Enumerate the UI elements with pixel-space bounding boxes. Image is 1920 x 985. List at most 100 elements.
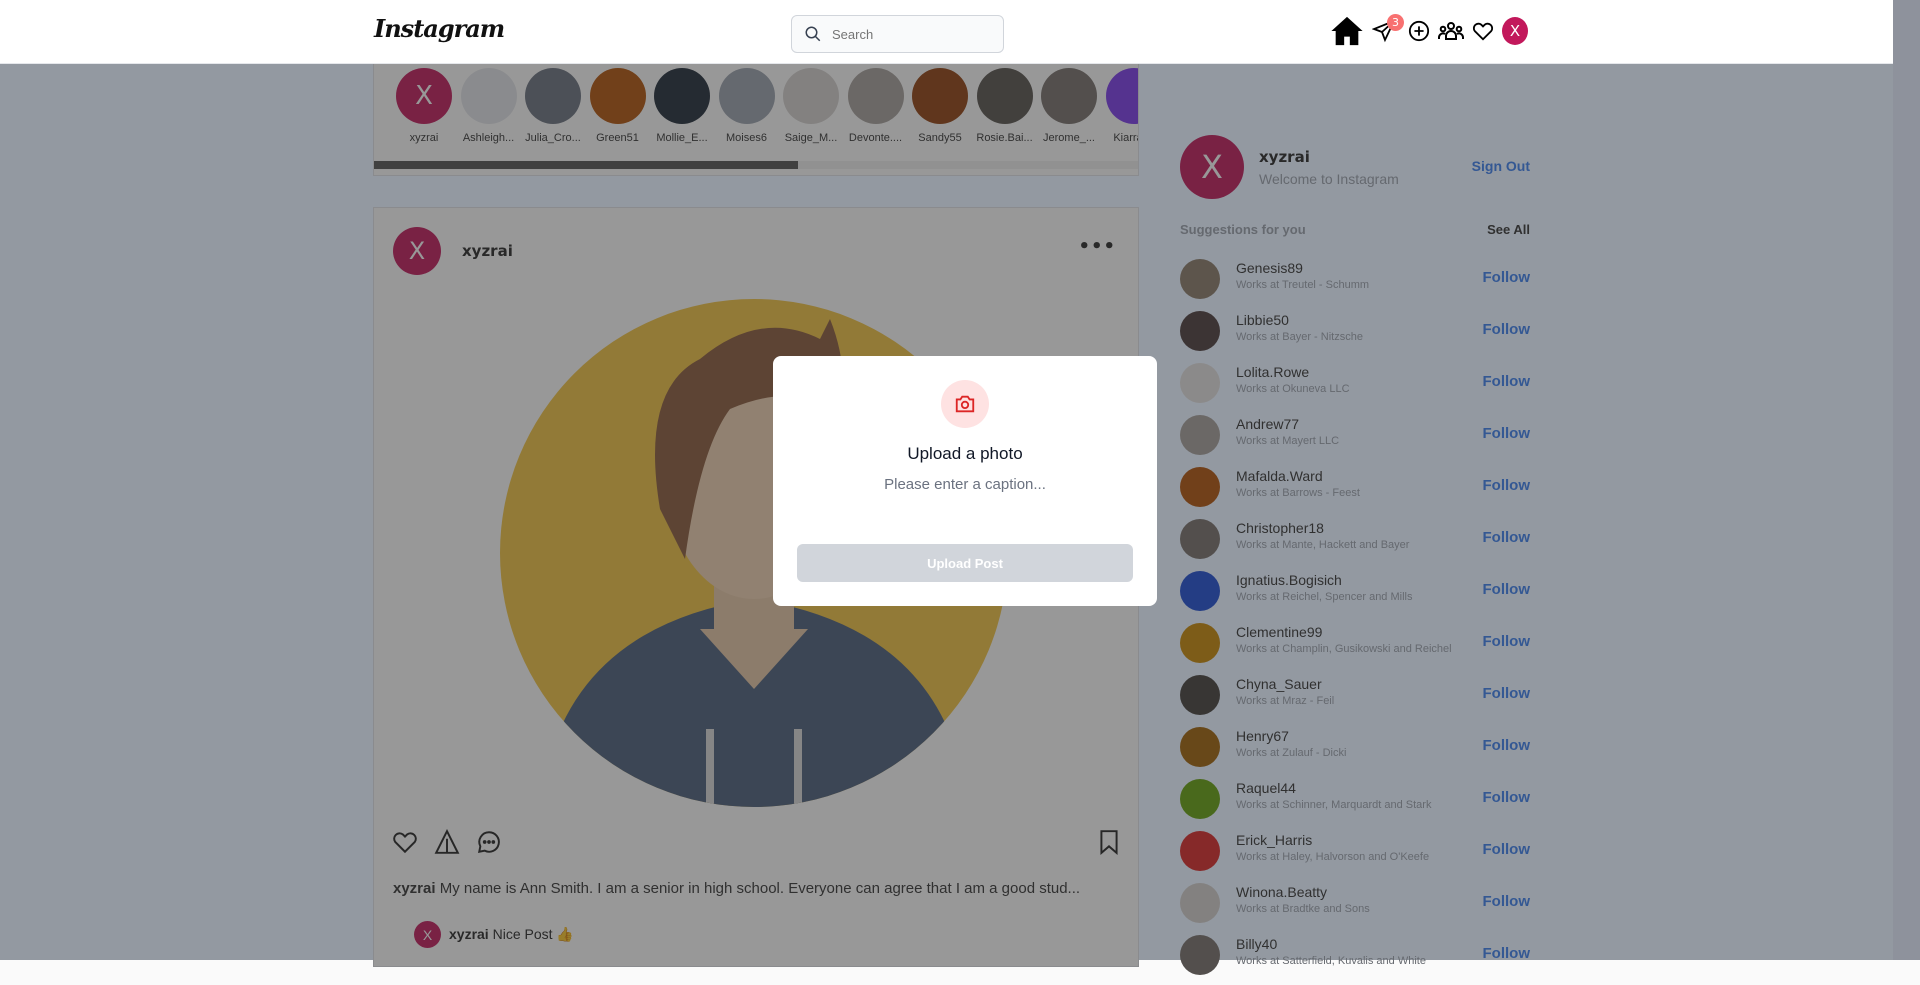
story-item[interactable]: Mollie_E...: [652, 68, 712, 144]
suggestion-username[interactable]: Mafalda.Ward: [1236, 468, 1323, 484]
story-avatar[interactable]: [718, 68, 775, 124]
story-item[interactable]: Devonte....: [846, 68, 906, 144]
suggestion-username[interactable]: Genesis89: [1236, 260, 1303, 276]
suggestion-username[interactable]: Raquel44: [1236, 780, 1296, 796]
follow-button[interactable]: Follow: [1483, 945, 1531, 962]
messages-icon[interactable]: 3: [1372, 14, 1404, 43]
story-avatar[interactable]: [783, 68, 839, 124]
suggestion-avatar[interactable]: [1180, 831, 1220, 871]
heart-icon[interactable]: [1472, 20, 1494, 42]
story-item[interactable]: Rosie.Bai...: [975, 68, 1035, 144]
suggestion-avatar[interactable]: [1180, 311, 1220, 351]
story-item[interactable]: Ashleigh...: [459, 68, 519, 144]
story-avatar[interactable]: [912, 68, 968, 124]
suggestion-username[interactable]: Clementine99: [1236, 624, 1322, 640]
follow-button[interactable]: Follow: [1483, 633, 1531, 650]
bookmark-icon[interactable]: [1096, 829, 1122, 855]
suggestion-avatar[interactable]: [1180, 519, 1220, 559]
suggestion-username[interactable]: Erick_Harris: [1236, 832, 1312, 848]
story-item[interactable]: Xxyzrai: [394, 68, 454, 144]
suggestion-username[interactable]: Libbie50: [1236, 312, 1289, 328]
suggestion-username[interactable]: Andrew77: [1236, 416, 1299, 432]
post-avatar[interactable]: X: [393, 227, 441, 275]
story-username: Julia_Cro...: [525, 132, 581, 144]
comment-username[interactable]: xyzrai: [449, 926, 489, 942]
share-icon[interactable]: [434, 829, 460, 855]
story-avatar[interactable]: [976, 68, 1033, 124]
suggestion-avatar[interactable]: [1180, 779, 1220, 819]
story-item[interactable]: Jerome_...: [1039, 68, 1099, 144]
post-username[interactable]: xyzrai: [462, 242, 513, 260]
see-all-link[interactable]: See All: [1487, 222, 1530, 237]
suggestion-username[interactable]: Henry67: [1236, 728, 1289, 744]
suggestion-subtitle: Works at Schinner, Marquardt and Stark: [1236, 799, 1432, 811]
story-username: Jerome_...: [1043, 132, 1095, 144]
follow-button[interactable]: Follow: [1483, 685, 1531, 702]
profile-avatar[interactable]: X: [1180, 135, 1244, 199]
like-icon[interactable]: [392, 829, 418, 855]
profile-username[interactable]: xyzrai: [1259, 148, 1310, 166]
story-avatar[interactable]: [525, 68, 581, 124]
add-post-icon[interactable]: [1408, 20, 1430, 42]
sign-out-button[interactable]: Sign Out: [1472, 158, 1530, 174]
suggestion-username[interactable]: Lolita.Rowe: [1236, 364, 1309, 380]
suggestion-username[interactable]: Chyna_Sauer: [1236, 676, 1322, 692]
follow-button[interactable]: Follow: [1483, 581, 1531, 598]
suggestion-avatar[interactable]: [1180, 727, 1220, 767]
upload-post-button[interactable]: Upload Post: [797, 544, 1133, 582]
suggestion-avatar[interactable]: [1180, 883, 1220, 923]
more-options-button[interactable]: •••: [1078, 236, 1116, 257]
follow-button[interactable]: Follow: [1483, 425, 1531, 442]
suggestion-avatar[interactable]: [1180, 675, 1220, 715]
follow-button[interactable]: Follow: [1483, 269, 1531, 286]
story-avatar[interactable]: X: [396, 68, 452, 124]
story-item[interactable]: Kiarra.C: [1104, 68, 1138, 144]
stories-scroll-thumb[interactable]: [374, 161, 798, 169]
story-item[interactable]: Sandy55: [910, 68, 970, 144]
suggestion-avatar[interactable]: [1180, 363, 1220, 403]
follow-button[interactable]: Follow: [1483, 841, 1531, 858]
story-avatar[interactable]: [847, 68, 904, 124]
suggestion-username[interactable]: Billy40: [1236, 936, 1277, 952]
people-icon[interactable]: [1438, 19, 1464, 43]
story-item[interactable]: Green51: [588, 68, 648, 144]
story-avatar[interactable]: [460, 68, 517, 124]
follow-button[interactable]: Follow: [1483, 373, 1531, 390]
stories-bar: Xxyzrai Ashleigh... Julia_Cro... Green51 Mol…: [373, 64, 1139, 176]
home-icon[interactable]: [1330, 14, 1364, 48]
follow-button[interactable]: Follow: [1483, 893, 1531, 910]
search-input[interactable]: [832, 26, 982, 42]
suggestion-item: Andrew77 Works at Mayert LLC Follow: [1180, 413, 1530, 465]
suggestion-avatar[interactable]: [1180, 935, 1220, 975]
follow-button[interactable]: Follow: [1483, 737, 1531, 754]
suggestion-username[interactable]: Christopher18: [1236, 520, 1324, 536]
story-avatar[interactable]: [589, 68, 646, 124]
suggestion-subtitle: Works at Mraz - Feil: [1236, 695, 1335, 707]
story-avatar[interactable]: [1105, 68, 1138, 124]
suggestion-username[interactable]: Ignatius.Bogisich: [1236, 572, 1342, 588]
story-item[interactable]: Julia_Cro...: [523, 68, 583, 144]
suggestion-avatar[interactable]: [1180, 571, 1220, 611]
comment-icon[interactable]: [476, 829, 502, 855]
stories-scrollbar[interactable]: [374, 161, 1138, 169]
caption-input[interactable]: [815, 476, 1115, 493]
story-item[interactable]: Moises6: [717, 68, 777, 144]
follow-button[interactable]: Follow: [1483, 789, 1531, 806]
story-avatar[interactable]: [654, 68, 710, 124]
suggestion-avatar[interactable]: [1180, 259, 1220, 299]
suggestion-avatar[interactable]: [1180, 467, 1220, 507]
search-box[interactable]: [791, 15, 1004, 53]
follow-button[interactable]: Follow: [1483, 529, 1531, 546]
suggestion-avatar[interactable]: [1180, 415, 1220, 455]
follow-button[interactable]: Follow: [1483, 477, 1531, 494]
user-avatar[interactable]: X: [1502, 17, 1528, 45]
follow-button[interactable]: Follow: [1483, 321, 1531, 338]
story-avatar[interactable]: [1041, 68, 1097, 124]
story-item[interactable]: Saige_M...: [781, 68, 841, 144]
instagram-logo[interactable]: Instagram: [374, 14, 505, 43]
caption-username[interactable]: xyzrai: [393, 880, 436, 897]
page-scrollbar[interactable]: [1893, 0, 1920, 960]
suggestion-avatar[interactable]: [1180, 623, 1220, 663]
comment-avatar[interactable]: X: [414, 921, 441, 948]
suggestion-username[interactable]: Winona.Beatty: [1236, 884, 1327, 900]
